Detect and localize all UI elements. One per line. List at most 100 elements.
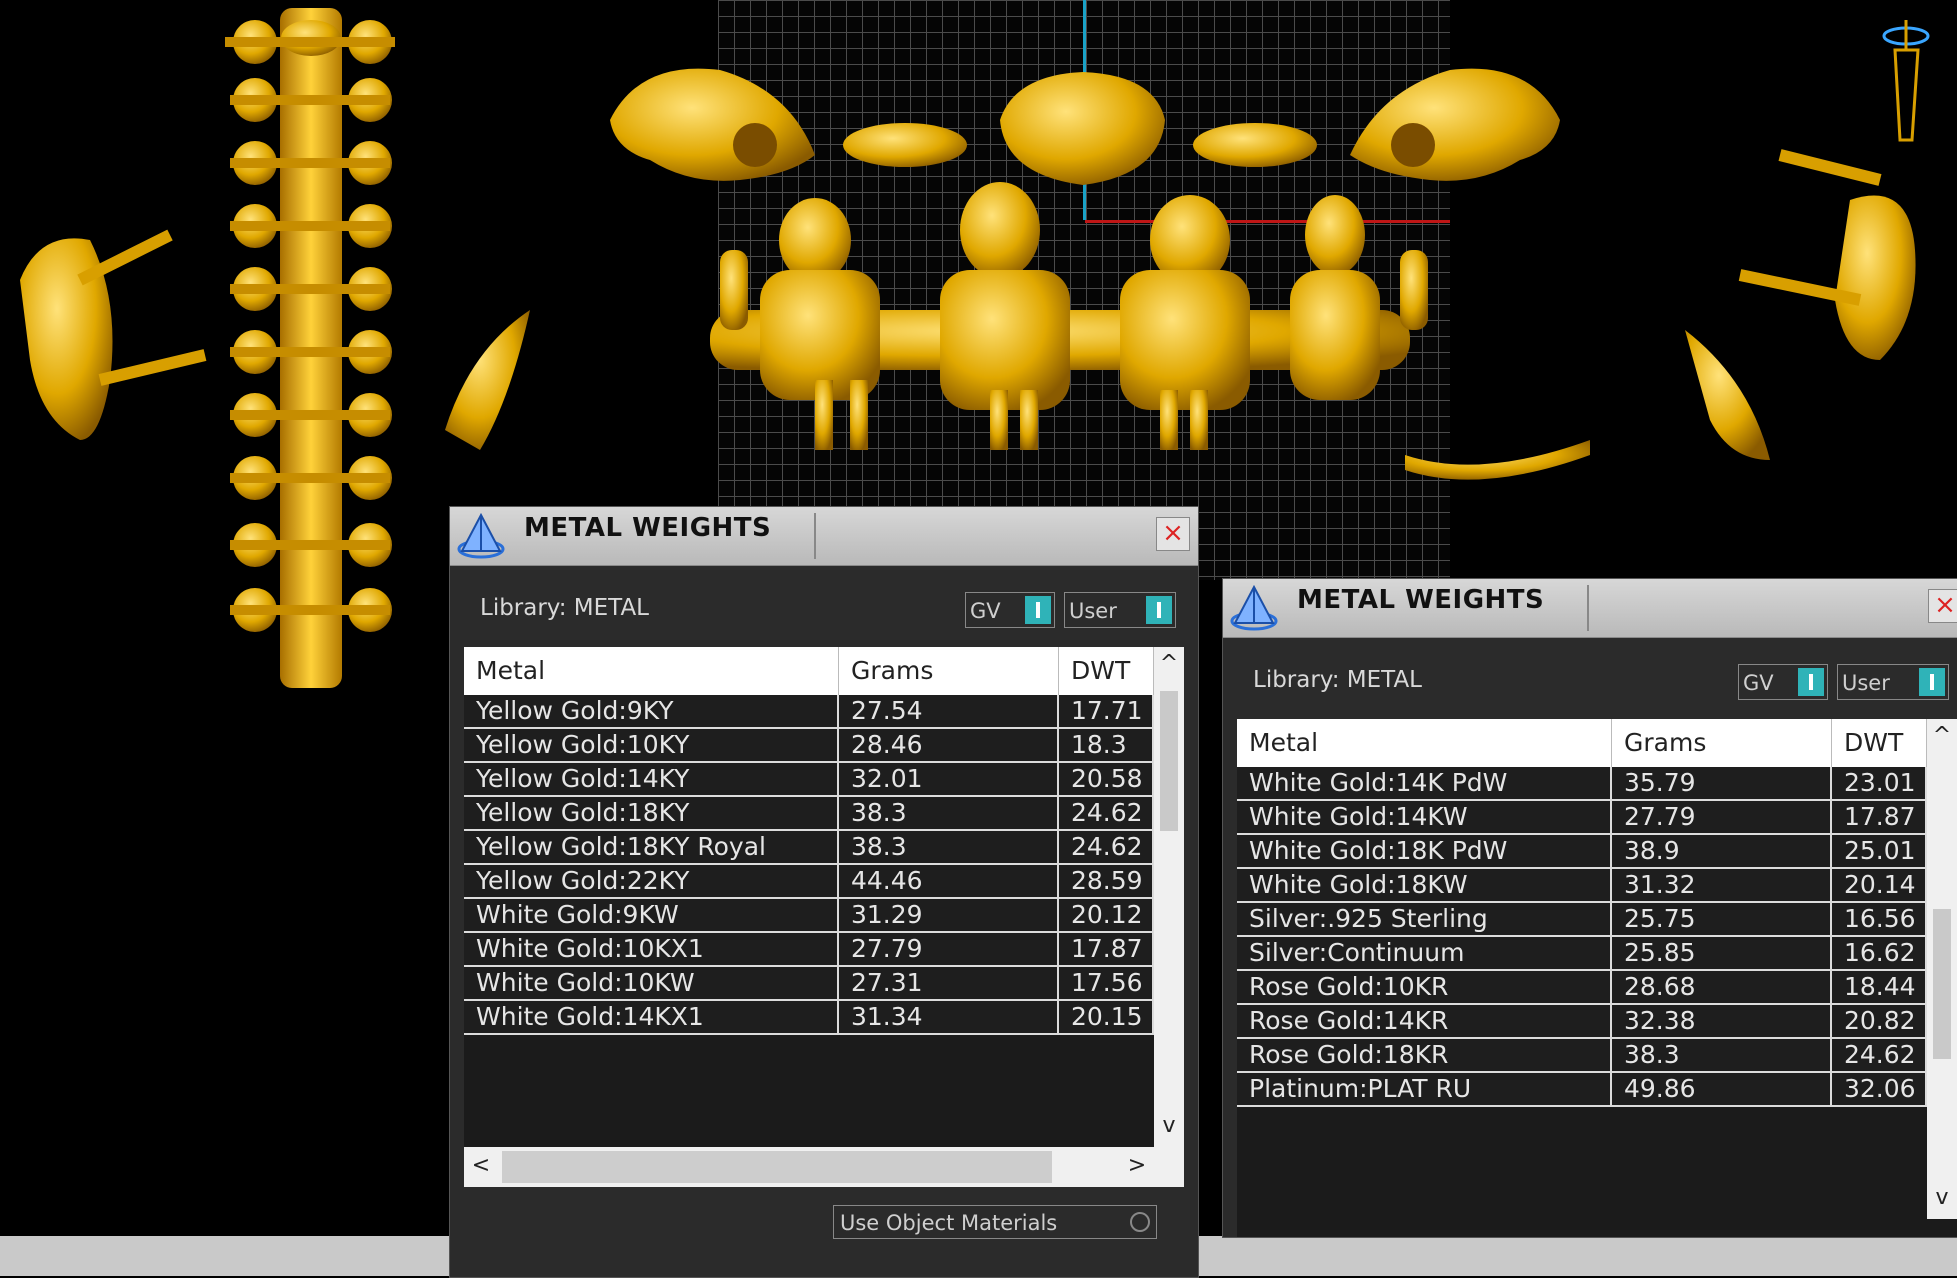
table-row[interactable]: Rose Gold:10KR 28.68 18.44 [1237, 971, 1927, 1005]
toggle-knob [1798, 668, 1824, 696]
column-header-dwt[interactable]: DWT [1059, 647, 1154, 695]
cell-grams: 27.31 [839, 967, 1059, 999]
skull-top-left [610, 68, 815, 181]
cell-metal: Yellow Gold:14KY [464, 763, 839, 795]
chevron-down-icon[interactable]: v [1927, 1185, 1957, 1210]
table-header: Metal Grams DWT [464, 647, 1154, 695]
cell-grams: 49.86 [1612, 1073, 1832, 1105]
metal-table[interactable]: Metal Grams DWT Yellow Gold:9KY 27.54 17.7… [464, 647, 1184, 1147]
close-icon: × [1162, 518, 1184, 548]
table-row[interactable]: White Gold:10KW 27.31 17.56 [464, 967, 1154, 1001]
cell-grams: 28.46 [839, 729, 1059, 761]
panel-title-bar[interactable]: METAL WEIGHTS × [450, 507, 1198, 566]
gv-toggle-label: GV [970, 599, 1001, 623]
cell-grams: 25.75 [1612, 903, 1832, 935]
column-header-metal[interactable]: Metal [464, 647, 839, 695]
chevron-up-icon[interactable]: ^ [1154, 651, 1184, 676]
user-toggle[interactable]: User [1064, 592, 1176, 628]
table-row[interactable]: Silver:Continuum 25.85 16.62 [1237, 937, 1927, 971]
table-row[interactable]: Yellow Gold:22KY 44.46 28.59 [464, 865, 1154, 899]
chevron-right-icon[interactable]: > [1124, 1153, 1150, 1178]
skull-top-center [1000, 72, 1165, 185]
scroll-thumb[interactable] [1160, 691, 1178, 831]
table-row[interactable]: White Gold:14K PdW 35.79 23.01 [1237, 767, 1927, 801]
cell-grams: 31.29 [839, 899, 1059, 931]
cell-dwt: 28.59 [1059, 865, 1154, 897]
cell-metal: Silver:Continuum [1237, 937, 1612, 969]
table-row[interactable]: White Gold:14KW 27.79 17.87 [1237, 801, 1927, 835]
cell-dwt: 25.01 [1832, 835, 1927, 867]
close-button[interactable]: × [1156, 517, 1190, 551]
cell-metal: Yellow Gold:18KY [464, 797, 839, 829]
gv-toggle[interactable]: GV [965, 592, 1055, 628]
table-row[interactable]: Yellow Gold:14KY 32.01 20.58 [464, 763, 1154, 797]
cell-metal: White Gold:14K PdW [1237, 767, 1612, 799]
cell-metal: White Gold:14KX1 [464, 1001, 839, 1033]
scroll-thumb[interactable] [1933, 909, 1951, 1059]
table-row[interactable]: Yellow Gold:9KY 27.54 17.71 [464, 695, 1154, 729]
table-row[interactable]: White Gold:18KW 31.32 20.14 [1237, 869, 1927, 903]
table-row[interactable]: Silver:.925 Sterling 25.75 16.56 [1237, 903, 1927, 937]
table-row[interactable]: White Gold:14KX1 31.34 20.15 [464, 1001, 1154, 1035]
left-skull-model [20, 229, 207, 440]
cell-grams: 38.9 [1612, 835, 1832, 867]
user-toggle[interactable]: User [1837, 664, 1949, 700]
cell-metal: White Gold:14KW [1237, 801, 1612, 833]
vertical-scrollbar[interactable]: ^ v [1154, 647, 1184, 1147]
table-row[interactable]: Rose Gold:14KR 32.38 20.82 [1237, 1005, 1927, 1039]
cell-metal: Yellow Gold:10KY [464, 729, 839, 761]
cell-grams: 38.3 [1612, 1039, 1832, 1071]
gv-toggle[interactable]: GV [1738, 664, 1828, 700]
table-row[interactable]: White Gold:18K PdW 38.9 25.01 [1237, 835, 1927, 869]
vertical-scrollbar[interactable]: ^ v [1927, 719, 1957, 1219]
panel-title-bar[interactable]: METAL WEIGHTS × [1223, 579, 1957, 638]
cell-grams: 28.68 [1612, 971, 1832, 1003]
table-header: Metal Grams DWT [1237, 719, 1927, 767]
use-object-materials-toggle[interactable]: Use Object Materials [833, 1205, 1157, 1239]
cell-metal: Platinum:PLAT RU [1237, 1073, 1612, 1105]
cell-dwt: 24.62 [1059, 831, 1154, 863]
close-icon: × [1934, 590, 1956, 620]
cell-metal: Yellow Gold:22KY [464, 865, 839, 897]
title-separator [1587, 585, 1589, 631]
skull-top-right [1350, 68, 1560, 181]
table-row[interactable]: Rose Gold:18KR 38.3 24.62 [1237, 1039, 1927, 1073]
hscroll-thumb[interactable] [502, 1151, 1052, 1183]
cell-grams: 27.79 [839, 933, 1059, 965]
table-row[interactable]: Yellow Gold:18KY Royal 38.3 24.62 [464, 831, 1154, 865]
metal-weights-panel-1[interactable]: METAL WEIGHTS × Library: METAL GV User M… [449, 506, 1199, 1278]
cell-dwt: 16.62 [1832, 937, 1927, 969]
cell-grams: 35.79 [1612, 767, 1832, 799]
table-row[interactable]: White Gold:10KX1 27.79 17.87 [464, 933, 1154, 967]
view-gizmo [1882, 20, 1930, 142]
chevron-up-icon[interactable]: ^ [1927, 723, 1957, 748]
table-row[interactable]: Yellow Gold:10KY 28.46 18.3 [464, 729, 1154, 763]
metal-weights-panel-2[interactable]: METAL WEIGHTS × Library: METAL GV User M… [1222, 578, 1957, 1238]
left-horn-model [445, 310, 530, 450]
cell-dwt: 24.62 [1832, 1039, 1927, 1071]
metal-table[interactable]: Metal Grams DWT White Gold:14K PdW 35.79 2… [1237, 719, 1957, 1237]
horizontal-scrollbar[interactable]: < > [464, 1147, 1184, 1187]
chevron-down-icon[interactable]: v [1154, 1113, 1184, 1138]
close-button[interactable]: × [1928, 589, 1957, 623]
table-row[interactable]: Platinum:PLAT RU 49.86 32.06 [1237, 1073, 1927, 1107]
column-header-grams[interactable]: Grams [839, 647, 1059, 695]
column-header-grams[interactable]: Grams [1612, 719, 1832, 767]
user-toggle-label: User [1842, 671, 1890, 695]
column-header-dwt[interactable]: DWT [1832, 719, 1927, 767]
table-row[interactable]: Yellow Gold:18KY 38.3 24.62 [464, 797, 1154, 831]
chevron-left-icon[interactable]: < [468, 1153, 494, 1178]
cell-grams: 38.3 [839, 831, 1059, 863]
cell-metal: Yellow Gold:18KY Royal [464, 831, 839, 863]
cell-metal: White Gold:18KW [1237, 869, 1612, 901]
bullet-left [843, 123, 967, 167]
column-header-metal[interactable]: Metal [1237, 719, 1612, 767]
cell-grams: 27.79 [1612, 801, 1832, 833]
toggle-knob [1025, 596, 1051, 624]
pyramid-icon [457, 512, 505, 559]
cell-metal: Rose Gold:18KR [1237, 1039, 1612, 1071]
cell-dwt: 16.56 [1832, 903, 1927, 935]
panel-title: METAL WEIGHTS [524, 513, 772, 543]
table-row[interactable]: White Gold:9KW 31.29 20.12 [464, 899, 1154, 933]
right-horn-model [1685, 330, 1770, 460]
